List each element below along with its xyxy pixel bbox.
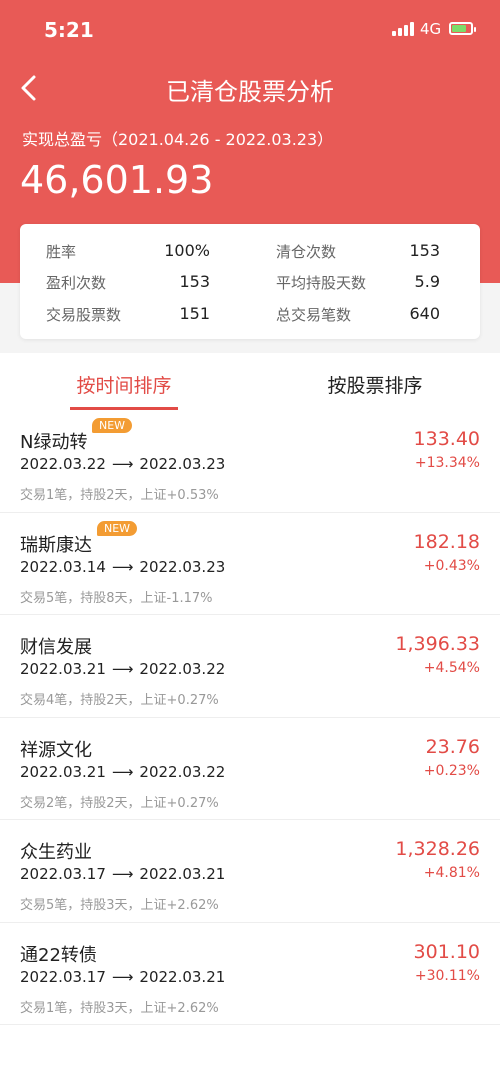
stat-label: 平均持股天数 bbox=[276, 274, 367, 292]
profit-percent: +0.23% bbox=[423, 762, 480, 779]
date-range: 2022.03.17 ⟶ 2022.03.21 bbox=[20, 968, 225, 986]
stock-name: N绿动转 bbox=[20, 432, 88, 453]
arrow-right-icon: ⟶ bbox=[111, 557, 134, 576]
status-bar: 5:21 4G bbox=[0, 0, 500, 60]
new-badge: NEW bbox=[97, 520, 138, 536]
page-title: 已清仓股票分析 bbox=[166, 78, 334, 106]
battery-cap bbox=[474, 27, 476, 32]
profit-amount: 1,396.33 bbox=[395, 633, 480, 655]
arrow-right-icon: ⟶ bbox=[111, 660, 134, 678]
trade-detail: 交易1笔，持股3天，上证+2.62% bbox=[20, 1000, 219, 1016]
stock-list: N绿动转 NEW 2022.03.22 ⟶ 2022.03.23 交易1笔，持股2天… bbox=[0, 410, 500, 1025]
status-time: 5:21 bbox=[44, 18, 94, 42]
stock-name: 众生药业 bbox=[20, 842, 92, 863]
date-range: 2022.03.21 ⟶ 2022.03.22 bbox=[20, 660, 225, 678]
profit-amount: 23.76 bbox=[425, 735, 480, 758]
stat-label: 交易股票数 bbox=[46, 306, 122, 324]
profit-amount: 133.40 bbox=[413, 428, 480, 450]
list-item[interactable]: 众生药业 2022.03.17 ⟶ 2022.03.21 交易5笔，持股3天，上证+… bbox=[0, 820, 500, 923]
stock-name: 财信发展 bbox=[20, 637, 92, 658]
profit-amount: 301.10 bbox=[413, 940, 480, 963]
date-range: 2022.03.21 ⟶ 2022.03.22 bbox=[20, 763, 225, 781]
list-item[interactable]: 瑞斯康达 NEW 2022.03.14 ⟶ 2022.03.23 交易5笔，持股8天… bbox=[0, 512, 500, 615]
arrow-right-icon: ⟶ bbox=[111, 455, 134, 473]
sort-tabs: 按时间排序 按股票排序 bbox=[0, 355, 500, 412]
summary-value: 46,601.93 bbox=[20, 158, 214, 202]
date-range: 2022.03.17 ⟶ 2022.03.21 bbox=[20, 865, 225, 883]
list-item[interactable]: 财信发展 2022.03.21 ⟶ 2022.03.22 交易4笔，持股2天，上证+… bbox=[0, 615, 500, 718]
end-date: 2022.03.23 bbox=[139, 455, 226, 473]
trade-detail: 交易5笔，持股8天，上证-1.17% bbox=[20, 590, 213, 606]
start-date: 2022.03.21 bbox=[20, 660, 106, 678]
stat-label: 清仓次数 bbox=[276, 243, 337, 261]
start-date: 2022.03.17 bbox=[20, 967, 106, 986]
arrow-right-icon: ⟶ bbox=[111, 865, 134, 883]
end-date: 2022.03.23 bbox=[139, 557, 226, 576]
end-date: 2022.03.22 bbox=[139, 762, 226, 781]
stat-value: 151 bbox=[179, 304, 210, 323]
stat-value: 5.9 bbox=[414, 272, 440, 291]
stat-value: 153 bbox=[409, 241, 440, 260]
stats-card: 胜率 100% 清仓次数 153 盈利次数 153 平均持股天数 5.9 交易股… bbox=[20, 224, 480, 339]
battery-icon bbox=[449, 22, 473, 35]
network-type: 4G bbox=[420, 20, 442, 38]
trade-detail: 交易2笔，持股2天，上证+0.27% bbox=[20, 795, 219, 811]
stat-label: 总交易笔数 bbox=[276, 306, 352, 324]
tab-sort-by-stock[interactable]: 按股票排序 bbox=[305, 371, 445, 398]
stat-value: 153 bbox=[179, 272, 210, 291]
arrow-right-icon: ⟶ bbox=[111, 762, 134, 781]
date-range: 2022.03.14 ⟶ 2022.03.23 bbox=[20, 558, 225, 576]
arrow-right-icon: ⟶ bbox=[111, 967, 134, 986]
list-item[interactable]: 通22转债 2022.03.17 ⟶ 2022.03.21 交易1笔，持股3天，上证… bbox=[0, 922, 500, 1025]
profit-percent: +0.43% bbox=[423, 557, 480, 574]
stock-name: 祥源文化 bbox=[20, 739, 92, 761]
stat-value: 100% bbox=[164, 241, 210, 260]
new-badge: NEW bbox=[92, 418, 133, 433]
start-date: 2022.03.17 bbox=[20, 865, 106, 883]
start-date: 2022.03.21 bbox=[20, 762, 106, 781]
profit-percent: +13.34% bbox=[414, 455, 480, 471]
trade-detail: 交易4笔，持股2天，上证+0.27% bbox=[20, 693, 219, 708]
stat-label: 盈利次数 bbox=[46, 274, 107, 292]
list-item[interactable]: 祥源文化 2022.03.21 ⟶ 2022.03.22 交易2笔，持股2天，上证+… bbox=[0, 717, 500, 820]
profit-amount: 182.18 bbox=[413, 530, 480, 553]
profit-percent: +4.54% bbox=[423, 660, 480, 676]
stat-label: 胜率 bbox=[46, 243, 77, 261]
profit-percent: +4.81% bbox=[423, 865, 480, 881]
trade-detail: 交易1笔，持股2天，上证+0.53% bbox=[20, 488, 219, 503]
tab-sort-by-time[interactable]: 按时间排序 bbox=[54, 371, 194, 398]
start-date: 2022.03.22 bbox=[20, 455, 106, 473]
date-range: 2022.03.22 ⟶ 2022.03.23 bbox=[20, 455, 225, 473]
stock-name: 瑞斯康达 bbox=[20, 534, 92, 556]
end-date: 2022.03.21 bbox=[139, 967, 226, 986]
signal-icon bbox=[392, 22, 416, 36]
profit-percent: +30.11% bbox=[414, 967, 480, 984]
stat-value: 640 bbox=[409, 304, 440, 323]
trade-detail: 交易5笔，持股3天，上证+2.62% bbox=[20, 898, 219, 913]
end-date: 2022.03.22 bbox=[139, 660, 226, 678]
summary-label: 实现总盈亏（2021.04.26 - 2022.03.23） bbox=[22, 130, 334, 149]
stock-name: 通22转债 bbox=[20, 944, 97, 966]
end-date: 2022.03.21 bbox=[139, 865, 226, 883]
list-item[interactable]: N绿动转 NEW 2022.03.22 ⟶ 2022.03.23 交易1笔，持股2天… bbox=[0, 410, 500, 513]
start-date: 2022.03.14 bbox=[20, 557, 106, 576]
profit-amount: 1,328.26 bbox=[395, 838, 480, 860]
